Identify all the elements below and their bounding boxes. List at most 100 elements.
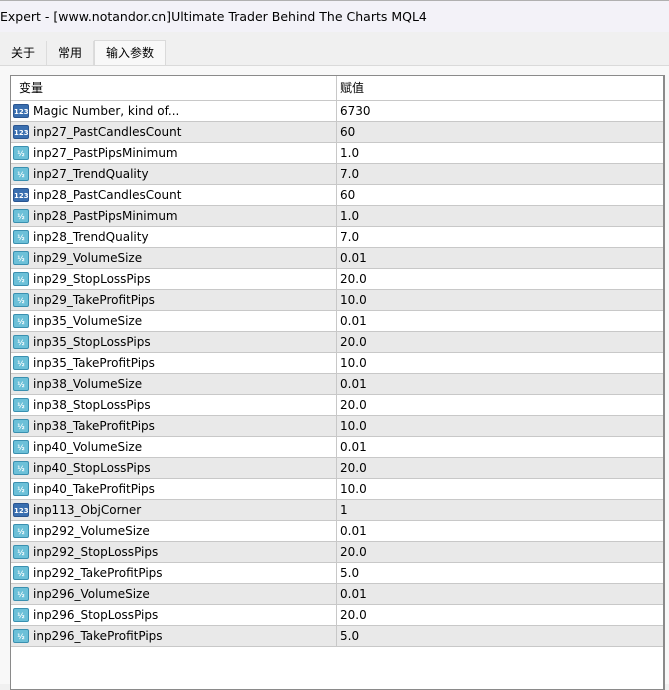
variable-value[interactable]: 0.01 [340,524,367,538]
table-row[interactable]: ½ inp38_StopLossPips 20.0 [11,395,663,416]
value-cell[interactable]: 6730 [337,101,663,121]
variable-value[interactable]: 1 [340,503,348,517]
variable-value[interactable]: 5.0 [340,566,359,580]
variable-value[interactable]: 10.0 [340,419,367,433]
value-cell[interactable]: 1 [337,500,663,520]
tab-common[interactable]: 常用 [47,41,95,65]
value-cell[interactable]: 0.01 [337,437,663,457]
variable-value[interactable]: 1.0 [340,146,359,160]
variable-cell[interactable]: ½ inp28_PastPipsMinimum [11,206,337,226]
table-row[interactable]: ½ inp27_PastPipsMinimum 1.0 [11,143,663,164]
table-row[interactable]: ½ inp27_TrendQuality 7.0 [11,164,663,185]
table-row[interactable]: ½ inp296_TakeProfitPips 5.0 [11,626,663,647]
variable-value[interactable]: 0.01 [340,377,367,391]
table-row[interactable]: ½ inp29_TakeProfitPips 10.0 [11,290,663,311]
value-cell[interactable]: 20.0 [337,458,663,478]
variable-value[interactable]: 7.0 [340,230,359,244]
table-row[interactable]: ½ inp40_StopLossPips 20.0 [11,458,663,479]
value-cell[interactable]: 1.0 [337,143,663,163]
table-row[interactable]: ½ inp35_VolumeSize 0.01 [11,311,663,332]
variable-value[interactable]: 0.01 [340,251,367,265]
value-cell[interactable]: 7.0 [337,164,663,184]
value-cell[interactable]: 0.01 [337,374,663,394]
variable-cell[interactable]: 123 Magic Number, kind of... [11,101,337,121]
variable-cell[interactable]: ½ inp40_StopLossPips [11,458,337,478]
value-cell[interactable]: 20.0 [337,605,663,625]
variable-cell[interactable]: ½ inp40_VolumeSize [11,437,337,457]
variable-cell[interactable]: 123 inp27_PastCandlesCount [11,122,337,142]
variable-value[interactable]: 60 [340,188,355,202]
variable-value[interactable]: 10.0 [340,293,367,307]
variable-cell[interactable]: ½ inp40_TakeProfitPips [11,479,337,499]
value-cell[interactable]: 7.0 [337,227,663,247]
table-row[interactable]: 123 inp27_PastCandlesCount 60 [11,122,663,143]
variable-value[interactable]: 0.01 [340,440,367,454]
value-cell[interactable]: 20.0 [337,332,663,352]
table-row[interactable]: ½ inp40_TakeProfitPips 10.0 [11,479,663,500]
variable-cell[interactable]: ½ inp29_TakeProfitPips [11,290,337,310]
variable-cell[interactable]: ½ inp38_StopLossPips [11,395,337,415]
variable-cell[interactable]: ½ inp292_VolumeSize [11,521,337,541]
value-cell[interactable]: 60 [337,122,663,142]
variable-cell[interactable]: ½ inp29_StopLossPips [11,269,337,289]
table-row[interactable]: ½ inp292_TakeProfitPips 5.0 [11,563,663,584]
variable-value[interactable]: 5.0 [340,629,359,643]
variable-value[interactable]: 0.01 [340,587,367,601]
variable-cell[interactable]: ½ inp296_TakeProfitPips [11,626,337,646]
variable-value[interactable]: 0.01 [340,314,367,328]
value-cell[interactable]: 10.0 [337,416,663,436]
value-cell[interactable]: 1.0 [337,206,663,226]
table-row[interactable]: ½ inp35_TakeProfitPips 10.0 [11,353,663,374]
variable-cell[interactable]: ½ inp35_VolumeSize [11,311,337,331]
variable-value[interactable]: 20.0 [340,335,367,349]
variable-cell[interactable]: ½ inp28_TrendQuality [11,227,337,247]
variable-cell[interactable]: 123 inp28_PastCandlesCount [11,185,337,205]
column-header-value[interactable]: 赋值 [337,76,663,100]
value-cell[interactable]: 5.0 [337,563,663,583]
value-cell[interactable]: 60 [337,185,663,205]
variable-value[interactable]: 6730 [340,104,371,118]
variable-value[interactable]: 20.0 [340,461,367,475]
variable-value[interactable]: 20.0 [340,398,367,412]
variable-cell[interactable]: ½ inp292_StopLossPips [11,542,337,562]
variable-cell[interactable]: ½ inp35_StopLossPips [11,332,337,352]
value-cell[interactable]: 20.0 [337,395,663,415]
column-header-variable[interactable]: 变量 [11,76,337,100]
table-row[interactable]: 123 inp28_PastCandlesCount 60 [11,185,663,206]
table-row[interactable]: ½ inp35_StopLossPips 20.0 [11,332,663,353]
table-row[interactable]: ½ inp28_TrendQuality 7.0 [11,227,663,248]
table-row[interactable]: ½ inp28_PastPipsMinimum 1.0 [11,206,663,227]
variable-cell[interactable]: ½ inp29_VolumeSize [11,248,337,268]
variable-cell[interactable]: ½ inp38_VolumeSize [11,374,337,394]
value-cell[interactable]: 0.01 [337,311,663,331]
variable-value[interactable]: 1.0 [340,209,359,223]
tab-about[interactable]: 关于 [0,41,48,65]
variable-value[interactable]: 20.0 [340,272,367,286]
variable-cell[interactable]: ½ inp27_PastPipsMinimum [11,143,337,163]
value-cell[interactable]: 0.01 [337,248,663,268]
table-row[interactable]: ½ inp29_VolumeSize 0.01 [11,248,663,269]
table-row[interactable]: ½ inp38_TakeProfitPips 10.0 [11,416,663,437]
value-cell[interactable]: 10.0 [337,290,663,310]
variable-value[interactable]: 20.0 [340,608,367,622]
table-row[interactable]: ½ inp38_VolumeSize 0.01 [11,374,663,395]
table-row[interactable]: ½ inp292_StopLossPips 20.0 [11,542,663,563]
table-row[interactable]: 123 inp113_ObjCorner 1 [11,500,663,521]
value-cell[interactable]: 0.01 [337,521,663,541]
table-row[interactable]: ½ inp296_VolumeSize 0.01 [11,584,663,605]
table-row[interactable]: 123 Magic Number, kind of... 6730 [11,101,663,122]
variable-cell[interactable]: ½ inp296_StopLossPips [11,605,337,625]
table-row[interactable]: ½ inp29_StopLossPips 20.0 [11,269,663,290]
value-cell[interactable]: 10.0 [337,479,663,499]
value-cell[interactable]: 5.0 [337,626,663,646]
table-row[interactable]: ½ inp292_VolumeSize 0.01 [11,521,663,542]
value-cell[interactable]: 0.01 [337,584,663,604]
variable-value[interactable]: 10.0 [340,356,367,370]
value-cell[interactable]: 10.0 [337,353,663,373]
value-cell[interactable]: 20.0 [337,269,663,289]
table-row[interactable]: ½ inp296_StopLossPips 20.0 [11,605,663,626]
variable-cell[interactable]: ½ inp38_TakeProfitPips [11,416,337,436]
value-cell[interactable]: 20.0 [337,542,663,562]
variable-cell[interactable]: ½ inp27_TrendQuality [11,164,337,184]
table-row[interactable]: ½ inp40_VolumeSize 0.01 [11,437,663,458]
